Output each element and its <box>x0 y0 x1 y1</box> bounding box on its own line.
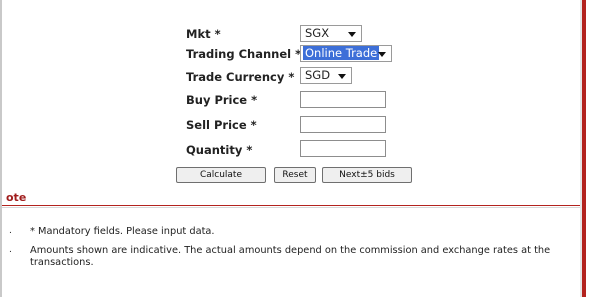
reset-button[interactable]: Reset <box>274 167 316 183</box>
trading-channel-value: Online Trade <box>303 46 380 60</box>
bullet-marker: . <box>9 245 12 255</box>
section-divider <box>2 205 580 206</box>
trade-currency-value: SGD <box>305 68 331 82</box>
quantity-input[interactable] <box>300 140 386 157</box>
chevron-down-icon <box>338 74 346 79</box>
next-bids-button[interactable]: Next±5 bids <box>322 167 412 183</box>
note-item: * Mandatory fields. Please input data. <box>30 226 215 237</box>
bullet-marker: . <box>9 226 12 236</box>
buy-price-label: Buy Price * <box>186 93 258 107</box>
trading-channel-label: Trading Channel * <box>186 47 302 61</box>
note-title: ote <box>6 191 27 204</box>
sell-price-label: Sell Price * <box>186 118 257 132</box>
quantity-label: Quantity * <box>186 143 253 157</box>
trade-currency-label: Trade Currency * <box>186 70 295 84</box>
window-left-border <box>0 0 2 297</box>
trading-channel-select[interactable]: Online Trade <box>300 45 392 62</box>
chevron-down-icon <box>378 52 386 57</box>
mkt-select-value: SGX <box>305 26 330 40</box>
note-item: Amounts shown are indicative. The actual… <box>30 245 551 268</box>
section-divider-shadow <box>2 207 580 208</box>
mkt-select[interactable]: SGX <box>300 25 362 42</box>
buy-price-input[interactable] <box>300 91 386 108</box>
trade-currency-select[interactable]: SGD <box>300 67 352 84</box>
calculate-button[interactable]: Calculate <box>176 167 266 183</box>
chevron-down-icon <box>348 32 356 37</box>
sell-price-input[interactable] <box>300 116 386 133</box>
mkt-label: Mkt * <box>186 27 221 41</box>
window-right-border <box>582 0 586 297</box>
